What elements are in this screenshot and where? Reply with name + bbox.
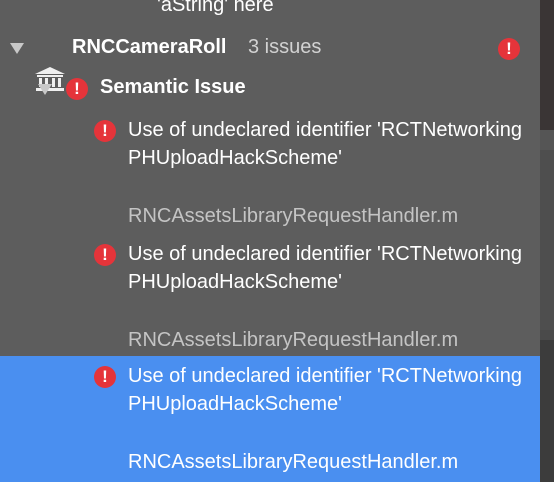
project-name: RNCCameraRoll [72, 36, 227, 58]
group-row-semantic-issue[interactable]: ! Semantic Issue [0, 70, 540, 110]
gutter-block [540, 0, 554, 130]
group-label: Semantic Issue [100, 76, 246, 98]
error-icon: ! [94, 120, 116, 142]
gutter-block [540, 150, 554, 330]
issue-file-name: RNCAssetsLibraryRequestHandler.m [128, 205, 459, 227]
project-row[interactable]: RNCCameraRoll 3 issues ! [0, 30, 540, 91]
issue-count: 3 issues [248, 36, 322, 58]
disclosure-triangle-icon[interactable] [38, 84, 52, 95]
gutter-block [540, 130, 554, 150]
issue-row[interactable]: ! Use of undeclared identifier 'RCTNetwo… [0, 234, 540, 354]
gutter-block [540, 340, 554, 482]
issue-row[interactable]: ! Use of undeclared identifier 'RCTNetwo… [0, 110, 540, 230]
error-icon: ! [94, 366, 116, 388]
error-icon: ! [66, 78, 88, 100]
issue-message: Use of undeclared identifier 'RCTNetwork… [128, 119, 522, 169]
previous-issue-text[interactable]: 'aString' here [157, 0, 274, 17]
issue-message: Use of undeclared identifier 'RCTNetwork… [128, 243, 522, 293]
issue-message: Use of undeclared identifier 'RCTNetwork… [128, 365, 522, 415]
issue-file-name: RNCAssetsLibraryRequestHandler.m [128, 329, 459, 351]
editor-gutter [540, 0, 554, 482]
issue-row-selected[interactable]: ! Use of undeclared identifier 'RCTNetwo… [0, 356, 540, 482]
error-icon: ! [94, 244, 116, 266]
issue-navigator: 'aString' here RNCCameraRoll 3 issues ! … [0, 0, 540, 482]
disclosure-triangle-icon[interactable] [10, 43, 24, 54]
issue-file-name: RNCAssetsLibraryRequestHandler.m [128, 451, 459, 473]
error-icon: ! [498, 38, 520, 60]
